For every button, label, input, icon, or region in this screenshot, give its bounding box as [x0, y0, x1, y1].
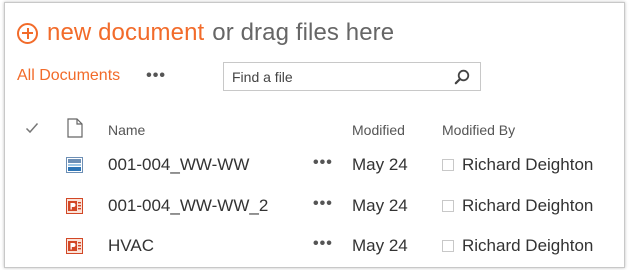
- presence-indicator: [442, 240, 454, 252]
- table-row[interactable]: 001-004_WW-WW_2 ••• May 24 Richard Deigh…: [5, 186, 624, 226]
- new-document-bar: new document or drag files here: [17, 17, 394, 49]
- more-views-button[interactable]: •••: [146, 67, 166, 85]
- file-more-button[interactable]: •••: [313, 154, 333, 172]
- table-row[interactable]: HVAC ••• May 24 Richard Deighton: [5, 226, 624, 266]
- new-document-link[interactable]: new document: [47, 19, 204, 47]
- column-header-row: Name Modified Modified By: [5, 115, 624, 145]
- search-box: [223, 62, 481, 91]
- search-input[interactable]: [224, 68, 444, 85]
- file-name-link[interactable]: HVAC: [108, 236, 154, 256]
- file-more-button[interactable]: •••: [313, 195, 333, 213]
- modified-date: May 24: [352, 155, 408, 174]
- presence-indicator: [442, 200, 454, 212]
- modified-by-link[interactable]: Richard Deighton: [462, 155, 593, 175]
- powerpoint-file-icon: [66, 198, 83, 214]
- column-header-modified[interactable]: Modified: [352, 122, 405, 138]
- file-name-link[interactable]: 001-004_WW-WW: [108, 155, 249, 175]
- file-type-header-icon[interactable]: [67, 118, 83, 138]
- modified-date: May 24: [352, 196, 408, 215]
- modified-by-link[interactable]: Richard Deighton: [462, 236, 593, 256]
- presence-indicator: [442, 159, 454, 171]
- document-library-panel: new document or drag files here All Docu…: [4, 2, 625, 268]
- drag-files-hint: or drag files here: [212, 19, 395, 46]
- view-tab-all-documents[interactable]: All Documents: [17, 67, 120, 85]
- column-header-name[interactable]: Name: [108, 122, 145, 138]
- select-all-check-icon[interactable]: [25, 121, 39, 135]
- modified-date: May 24: [352, 236, 408, 255]
- add-circle-icon[interactable]: [17, 22, 38, 44]
- powerpoint-file-icon: [66, 238, 83, 254]
- modified-by-link[interactable]: Richard Deighton: [462, 196, 593, 216]
- column-header-modified-by[interactable]: Modified By: [442, 122, 515, 138]
- file-more-button[interactable]: •••: [313, 235, 333, 253]
- table-row[interactable]: 001-004_WW-WW ••• May 24 Richard Deighto…: [5, 145, 624, 185]
- file-name-link[interactable]: 001-004_WW-WW_2: [108, 196, 268, 216]
- image-file-icon: [66, 157, 83, 173]
- view-bar: All Documents •••: [17, 61, 481, 91]
- search-icon[interactable]: [454, 69, 470, 85]
